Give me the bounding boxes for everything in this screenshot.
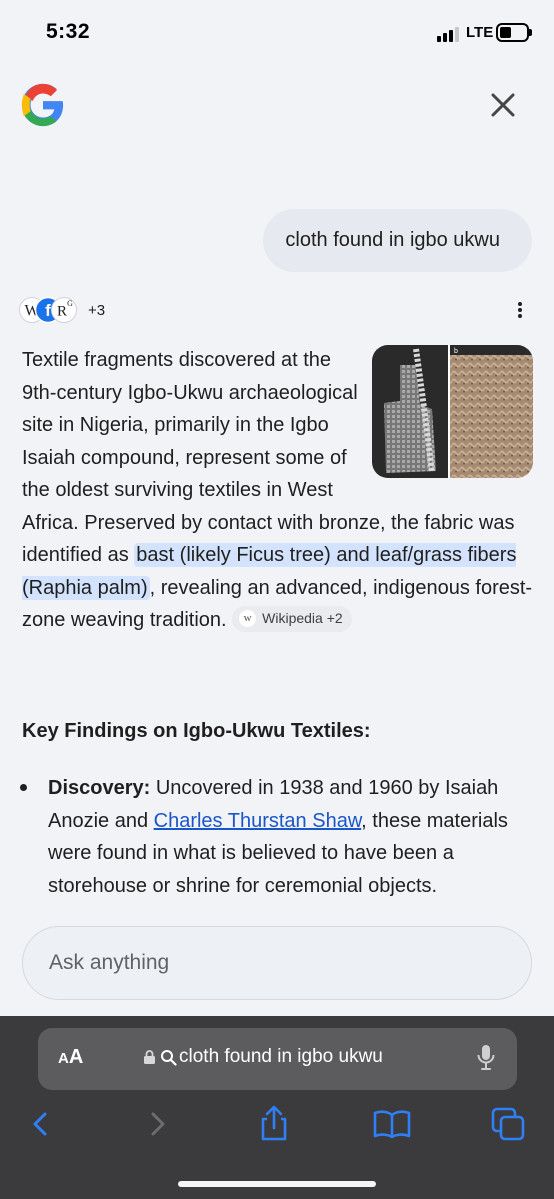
charles-thurstan-shaw-link[interactable]: Charles Thurstan Shaw: [154, 810, 362, 832]
svg-text:f: f: [45, 301, 51, 320]
forward-icon[interactable]: [138, 1104, 178, 1144]
home-indicator: [178, 1181, 376, 1187]
svg-text:R: R: [57, 304, 67, 320]
bullet-dot: [20, 784, 27, 791]
close-icon[interactable]: [484, 86, 522, 124]
battery-icon: [496, 23, 532, 42]
url-query-text: cloth found in igbo ukwu: [179, 1046, 383, 1067]
search-icon: [161, 1049, 177, 1066]
svg-text:G: G: [67, 299, 73, 308]
address-text[interactable]: cloth found in igbo ukwu: [143, 1046, 383, 1068]
findings-list: Discovery: Uncovered in 1938 and 1960 by…: [0, 760, 554, 910]
source-chip-label: Wikipedia +2: [262, 610, 343, 627]
source-logos-icon: W f R G: [19, 296, 77, 324]
user-query-bubble: cloth found in igbo ukwu: [263, 209, 532, 272]
more-options-icon[interactable]: [512, 300, 528, 324]
status-bar: 5:32 LTE: [0, 0, 554, 66]
cellular-signal-icon: [437, 26, 463, 42]
google-g-logo: [21, 83, 64, 127]
page-settings-button[interactable]: AA: [58, 1046, 83, 1069]
battery-level: [500, 27, 512, 38]
ask-placeholder: Ask anything: [49, 951, 170, 974]
share-icon[interactable]: [254, 1104, 294, 1144]
bullet-label: Discovery:: [48, 777, 151, 799]
bookmarks-icon[interactable]: [372, 1104, 412, 1144]
ai-answer-paragraph: Textile fragments discovered at the 9th-…: [22, 344, 534, 637]
wikipedia-source-chip[interactable]: w Wikipedia +2: [232, 605, 352, 632]
lock-icon: [144, 1049, 155, 1064]
section-heading: Key Findings on Igbo-Ukwu Textiles:: [22, 720, 371, 742]
list-item: Discovery: Uncovered in 1938 and 1960 by…: [48, 772, 538, 902]
tabs-icon[interactable]: [489, 1104, 529, 1144]
wikipedia-icon: w: [239, 610, 257, 628]
status-time: 5:32: [46, 20, 91, 43]
sources-more-count: +3: [88, 301, 106, 319]
back-icon[interactable]: [20, 1104, 60, 1144]
sources-row[interactable]: W f R G +3: [18, 296, 105, 324]
microphone-icon[interactable]: [476, 1044, 496, 1072]
network-type: LTE: [466, 24, 494, 41]
ask-anything-input[interactable]: Ask anything: [22, 926, 532, 1000]
user-query-text: cloth found in igbo ukwu: [285, 229, 500, 251]
